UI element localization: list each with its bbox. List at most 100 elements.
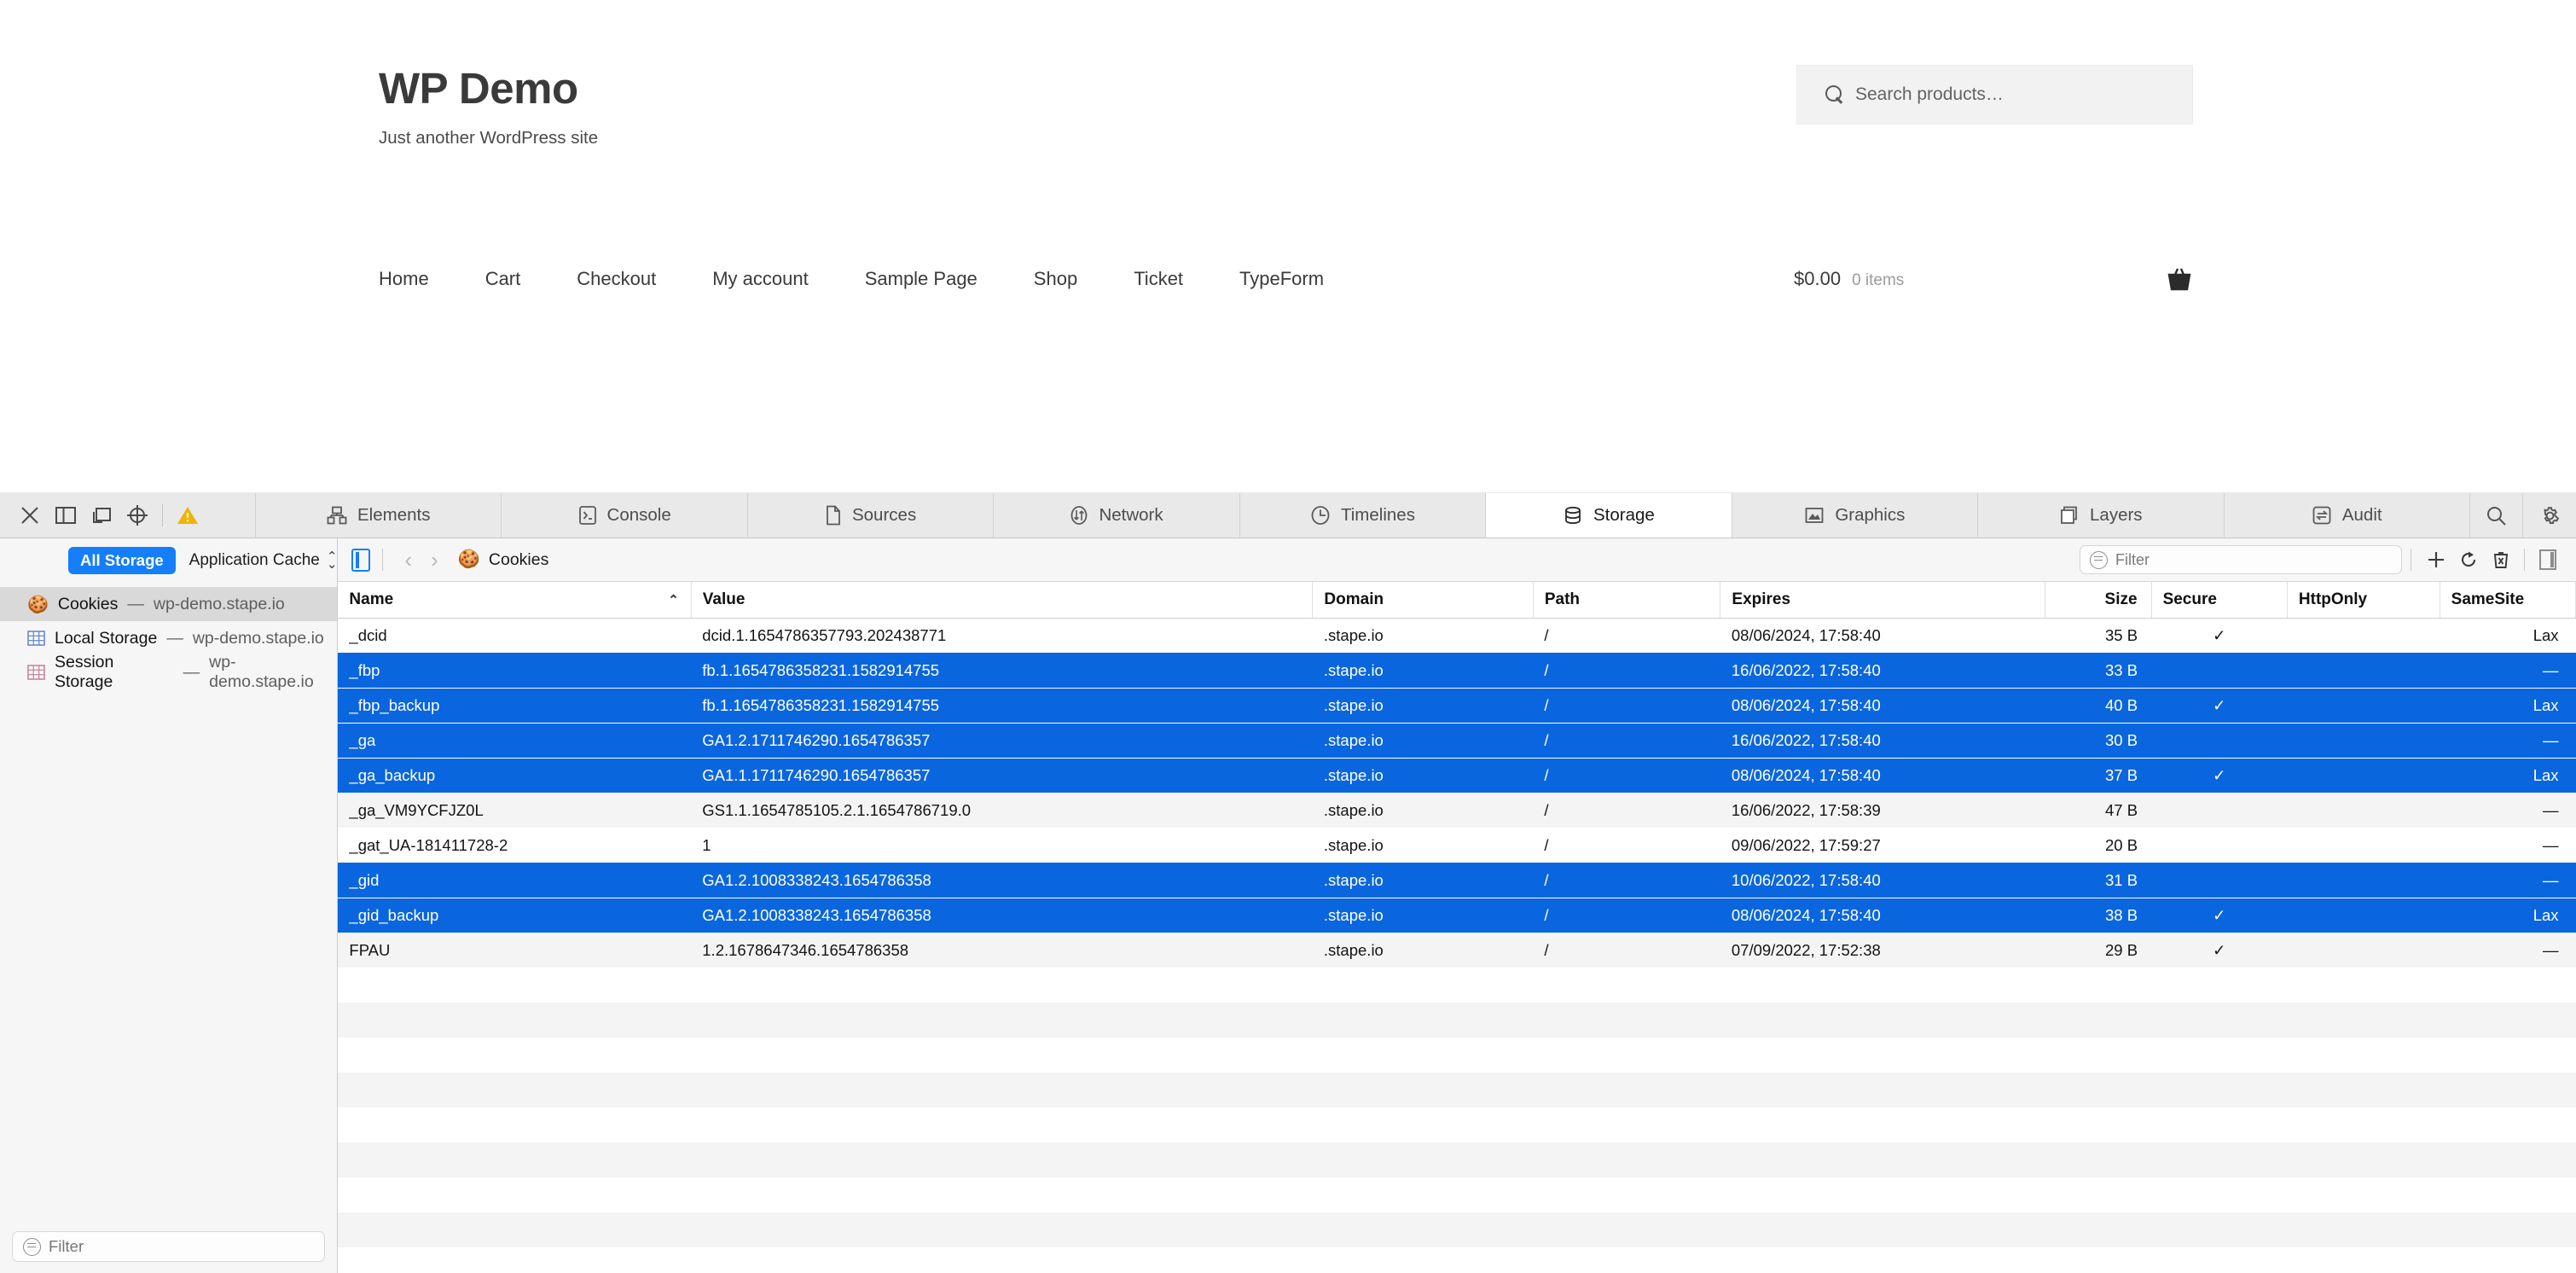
cookies-table-wrap[interactable]: Name ⌃ Value Domain Path Expires Size Secure Htt… (338, 582, 2576, 1273)
search-icon[interactable] (2470, 493, 2523, 538)
storage-scope-bar: All Storage Application Cache ⌃ ⌄ (0, 538, 338, 583)
sidebar-toggle-icon[interactable] (351, 548, 371, 572)
table-row[interactable]: _dcid dcid.1.1654786357793.202438771 .stap… (338, 618, 2576, 654)
table-row[interactable]: _gat_UA-181411728-2 1 .stape.io / 09/06/2022… (338, 828, 2576, 863)
add-cookie-icon[interactable] (2420, 543, 2452, 576)
content-toolbar: ‹ › 🍪 Cookies Filter (338, 538, 2576, 583)
cell-size: 47 B (2105, 800, 2138, 819)
tab-console[interactable]: Console (502, 493, 748, 538)
table-row[interactable]: _fbp_backup fb.1.1654786358231.1582914755… (338, 688, 2576, 724)
gear-icon[interactable] (2523, 493, 2576, 538)
shopping-basket-icon[interactable] (2167, 267, 2192, 291)
column-header-size[interactable]: Size (2045, 582, 2152, 619)
sidebar-item-local-storage[interactable]: Local Storage — wp-demo.stape.io (0, 621, 337, 655)
refresh-icon[interactable] (2452, 543, 2485, 576)
column-header-httponly[interactable]: HttpOnly (2287, 582, 2440, 619)
cell-secure (2151, 863, 2287, 898)
nav-item-shop[interactable]: Shop (1034, 268, 1077, 290)
sidebar-item-session-storage[interactable]: Session Storage — wp-demo.stape.io (0, 653, 337, 691)
product-search-field[interactable]: Search products… (1796, 65, 2193, 125)
table-blue-icon (27, 630, 45, 647)
tab-timelines[interactable]: Timelines (1239, 493, 1487, 538)
cell-empty (338, 1003, 2575, 1038)
chevron-left-icon[interactable]: ‹ (395, 549, 421, 571)
nav-item-home[interactable]: Home (379, 268, 429, 290)
column-header-name[interactable]: Name ⌃ (338, 582, 692, 619)
dock-bottom-icon[interactable] (48, 493, 84, 538)
table-row[interactable]: _ga_backup GA1.1.1711746290.1654786357 .st… (338, 758, 2576, 793)
console-icon (578, 505, 597, 526)
cart-item-count: 0 items (1852, 271, 1905, 289)
tab-sources[interactable]: Sources (747, 493, 995, 538)
table-row[interactable]: _ga_VM9YCFJZ0L GS1.1.1654785105.2.1.16547… (338, 793, 2576, 828)
cell-name: _gat_UA-181411728-2 (349, 835, 508, 854)
nav-item-sample-page[interactable]: Sample Page (865, 268, 978, 290)
cell-samesite: Lax (2532, 766, 2559, 785)
sort-ascending-icon: ⌃ (668, 593, 679, 608)
warning-icon[interactable] (170, 493, 206, 538)
storage-content: ‹ › 🍪 Cookies Filter Name ⌃ Value Domain… (338, 538, 2576, 1273)
all-storage-button[interactable]: All Storage (68, 547, 176, 574)
column-header-secure[interactable]: Secure (2151, 582, 2288, 619)
column-header-domain[interactable]: Domain (1312, 582, 1534, 619)
cell-empty (338, 1072, 2575, 1107)
audit-icon (2312, 505, 2332, 526)
table-row[interactable]: FPAU 1.2.1678647346.1654786358 .stape.io / 0… (338, 933, 2576, 968)
network-icon (1070, 505, 1088, 526)
nav-item-checkout[interactable]: Checkout (577, 268, 656, 290)
tab-label: Network (1099, 505, 1163, 525)
cell-httponly (2287, 828, 2440, 863)
nav-item-cart[interactable]: Cart (485, 268, 521, 290)
tab-label: Audit (2341, 505, 2382, 525)
nav-item-typeform[interactable]: TypeForm (1239, 268, 1324, 290)
cell-path: / (1544, 800, 1549, 819)
application-cache-label: Application Cache (189, 551, 320, 569)
column-header-expires[interactable]: Expires (1720, 582, 2046, 619)
column-header-path[interactable]: Path (1533, 582, 1721, 619)
breadcrumb[interactable]: 🍪 Cookies (458, 549, 549, 570)
close-icon[interactable] (12, 493, 48, 538)
table-empty-row (338, 968, 2576, 1003)
detail-panel-toggle-icon[interactable] (2532, 543, 2564, 576)
sidebar-item-cookies[interactable]: 🍪 Cookies — wp-demo.stape.io (0, 587, 338, 621)
sidebar-filter-input[interactable]: Filter (12, 1231, 326, 1262)
cell-value: GA1.2.1008338243.1654786358 (702, 870, 931, 889)
nav-item-my-account[interactable]: My account (712, 268, 809, 290)
cell-size: 38 B (2105, 906, 2138, 925)
storage-sidebar: All Storage Application Cache ⌃ ⌄ 🍪 Cookie… (0, 538, 339, 1273)
primary-navigation: Home Cart Checkout My account Sample Page Sho… (0, 234, 2576, 324)
delete-icon[interactable] (2485, 543, 2517, 576)
sidebar-item-dash: — (127, 594, 144, 613)
cell-size: 37 B (2105, 766, 2138, 785)
cell-expires: 08/06/2024, 17:58:40 (1731, 766, 1881, 785)
nav-item-ticket[interactable]: Ticket (1134, 268, 1183, 290)
cookies-filter-input[interactable]: Filter (2080, 545, 2403, 575)
tab-audit[interactable]: Audit (2224, 493, 2470, 538)
table-row[interactable]: _fbp fb.1.1654786358231.1582914755 .stape.… (338, 653, 2576, 689)
tab-label: Elements (357, 505, 431, 525)
cookie-icon: 🍪 (457, 549, 480, 570)
tab-elements[interactable]: Elements (256, 493, 502, 538)
tab-layers[interactable]: Layers (1978, 493, 2225, 538)
chevron-right-icon[interactable]: › (421, 549, 448, 571)
cart-summary[interactable]: $0.00 0 items (1794, 268, 1904, 290)
tab-storage[interactable]: Storage (1486, 493, 1732, 538)
cell-expires: 16/06/2022, 17:58:39 (1731, 800, 1881, 819)
application-cache-selector[interactable]: Application Cache ⌃ ⌄ (189, 549, 338, 571)
cell-domain: .stape.io (1323, 870, 1384, 889)
tab-graphics[interactable]: Graphics (1732, 493, 1979, 538)
column-header-samesite[interactable]: SameSite (2440, 582, 2576, 619)
cell-domain: .stape.io (1323, 800, 1384, 819)
site-title[interactable]: WP Demo (379, 67, 598, 110)
table-row[interactable]: _gid_backup GA1.2.1008338243.1654786358 .s… (338, 898, 2576, 933)
inspect-element-icon[interactable] (119, 493, 155, 538)
cell-value: fb.1.1654786358231.1582914755 (702, 660, 940, 679)
cell-samesite: — (2543, 800, 2559, 819)
tab-network[interactable]: Network (994, 493, 1240, 538)
table-row[interactable]: _gid GA1.2.1008338243.1654786358 .stape.io… (338, 863, 2576, 898)
table-row[interactable]: _ga GA1.2.1711746290.1654786357 .stape.io /… (338, 723, 2576, 759)
dock-right-icon[interactable] (84, 493, 119, 538)
table-empty-row (338, 1177, 2576, 1213)
column-header-value[interactable]: Value (691, 582, 1314, 619)
cell-secure: ✓ (2212, 906, 2226, 925)
